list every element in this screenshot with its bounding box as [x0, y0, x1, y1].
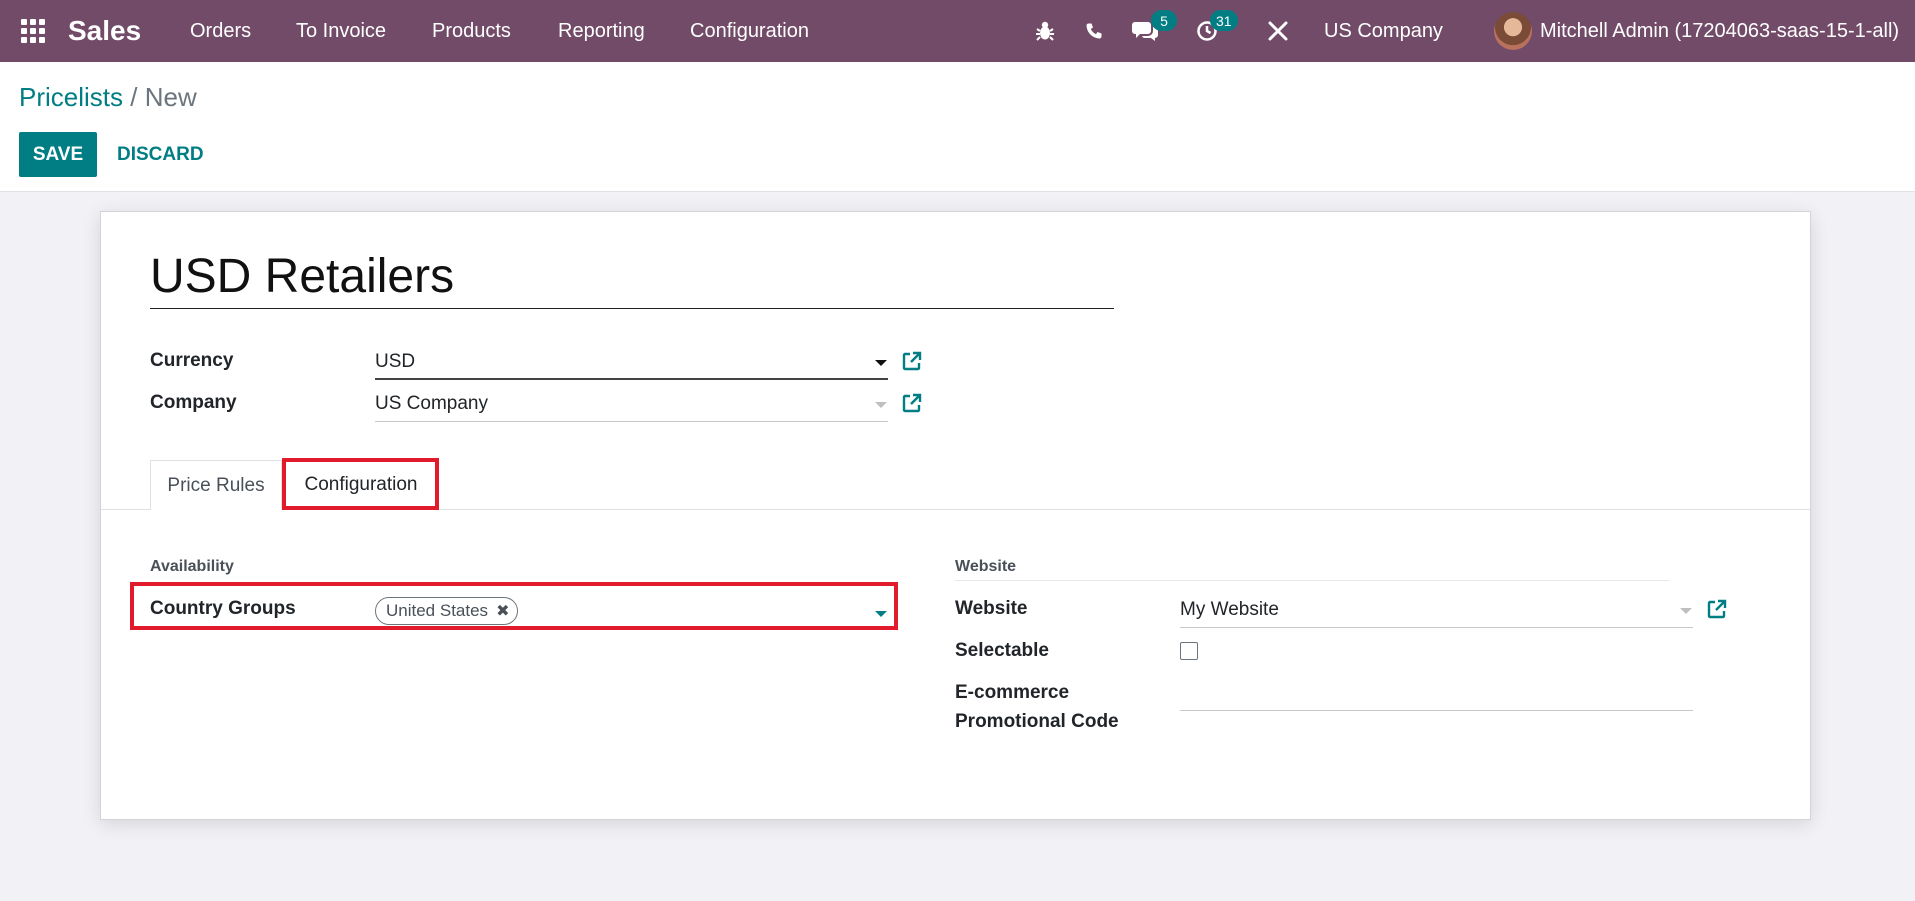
- currency-external-link-icon[interactable]: [901, 350, 923, 372]
- website-underline: [1180, 627, 1693, 628]
- company-dropdown-icon[interactable]: [875, 402, 887, 408]
- company-switcher[interactable]: US Company: [1324, 0, 1443, 62]
- menu-configuration[interactable]: Configuration: [690, 0, 809, 62]
- activities-count-badge: 31: [1210, 10, 1238, 31]
- tab-price-rules[interactable]: Price Rules: [150, 460, 282, 510]
- country-groups-dropdown-icon[interactable]: [875, 611, 887, 617]
- website-select[interactable]: My Website: [1180, 599, 1279, 621]
- user-menu[interactable]: Mitchell Admin (17204063-saas-15-1-all): [1540, 0, 1899, 62]
- remove-tag-icon[interactable]: ✖: [496, 601, 509, 621]
- promo-code-underline: [1180, 710, 1693, 711]
- currency-dropdown-icon[interactable]: [875, 360, 887, 366]
- availability-group-title: Availability: [150, 558, 234, 575]
- company-select[interactable]: US Company: [375, 393, 488, 415]
- menu-orders[interactable]: Orders: [190, 0, 251, 62]
- save-button[interactable]: SAVE: [19, 132, 97, 177]
- clock-icon[interactable]: [1196, 0, 1218, 62]
- promo-code-label-line2: Promotional Code: [955, 711, 1119, 732]
- selectable-checkbox[interactable]: [1180, 642, 1198, 660]
- currency-underline: [375, 378, 888, 380]
- apps-grid-icon[interactable]: [18, 0, 48, 62]
- pricelist-name-input[interactable]: USD Retailers: [150, 247, 1114, 309]
- breadcrumb-pricelists-link[interactable]: Pricelists: [19, 82, 123, 112]
- menu-reporting[interactable]: Reporting: [558, 0, 645, 62]
- phone-icon[interactable]: [1085, 0, 1103, 62]
- user-avatar[interactable]: [1494, 0, 1532, 62]
- breadcrumb-separator: /: [130, 82, 138, 112]
- promo-code-input[interactable]: [1180, 681, 1693, 708]
- website-group-title: Website: [955, 558, 1017, 575]
- tools-icon[interactable]: [1267, 0, 1289, 62]
- app-name[interactable]: Sales: [68, 0, 141, 62]
- currency-label: Currency: [150, 350, 234, 371]
- country-groups-label: Country Groups: [150, 598, 296, 619]
- breadcrumb: Pricelists / New: [19, 82, 197, 113]
- messages-count-badge: 5: [1151, 10, 1177, 31]
- selectable-label: Selectable: [955, 640, 1049, 661]
- company-underline: [375, 421, 888, 422]
- control-panel: [0, 62, 1915, 192]
- bug-icon[interactable]: [1035, 0, 1055, 62]
- promo-code-label-line1: E-commerce: [955, 682, 1070, 703]
- configuration-tab-highlight: [282, 458, 439, 510]
- chat-icon[interactable]: [1132, 0, 1158, 62]
- discard-button[interactable]: DISCARD: [117, 132, 204, 177]
- company-external-link-icon[interactable]: [901, 392, 923, 414]
- website-label: Website: [955, 598, 1028, 619]
- menu-to-invoice[interactable]: To Invoice: [296, 0, 386, 62]
- currency-select[interactable]: USD: [375, 351, 415, 373]
- website-external-link-icon[interactable]: [1706, 598, 1728, 620]
- website-group-divider: [955, 580, 1670, 581]
- country-group-tag-label: United States: [386, 601, 489, 620]
- menu-products[interactable]: Products: [432, 0, 511, 62]
- company-label: Company: [150, 392, 237, 413]
- top-navbar: Sales Orders To Invoice Products Reporti…: [0, 0, 1915, 62]
- breadcrumb-current: New: [144, 82, 197, 112]
- website-dropdown-icon[interactable]: [1680, 608, 1692, 614]
- country-group-tag[interactable]: United States ✖: [375, 597, 519, 625]
